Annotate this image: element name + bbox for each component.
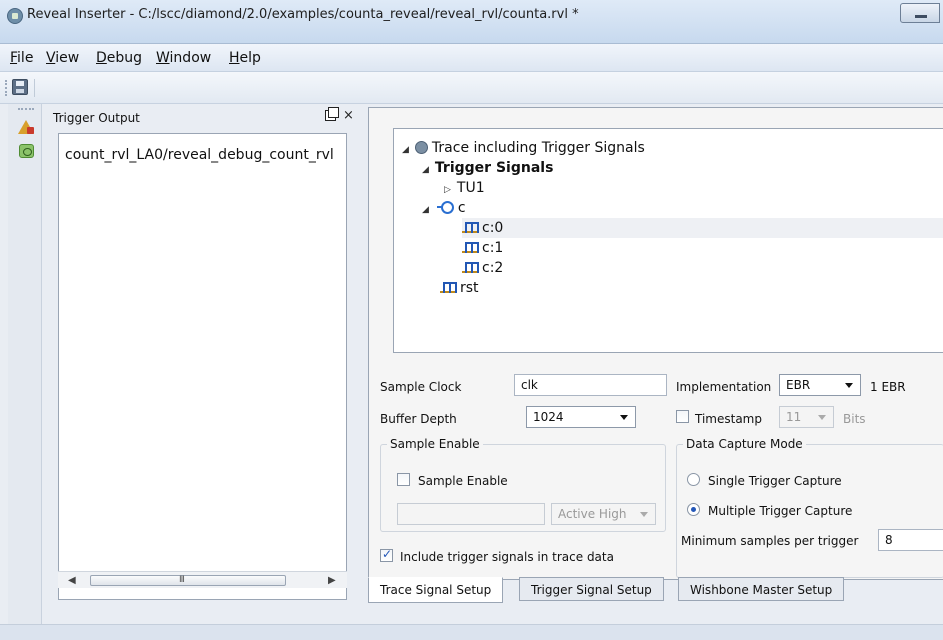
trigger-output-title: Trigger Output xyxy=(53,111,140,125)
side-icon-strip xyxy=(8,104,42,624)
horizontal-scrollbar[interactable]: ◀ ▶ xyxy=(58,571,347,588)
timestamp-bits-value: 11 xyxy=(786,410,802,424)
signal-tree[interactable]: ◢ Trace including Trigger Signals ◢ Trigge… xyxy=(393,128,943,353)
chevron-down-icon xyxy=(620,415,628,420)
save-icon[interactable] xyxy=(12,79,28,95)
window-title: Reveal Inserter - C:/lscc/diamond/2.0/ex… xyxy=(27,7,579,22)
menu-help[interactable]: Help xyxy=(229,50,261,66)
data-capture-group-title: Data Capture Mode xyxy=(683,437,806,451)
sample-enable-group-title: Sample Enable xyxy=(387,437,483,451)
main-area: Trigger Output × count_rvl_LA0/reveal_de… xyxy=(0,104,943,624)
menu-debug[interactable]: Debug xyxy=(96,50,142,66)
timestamp-unit: Bits xyxy=(843,412,866,426)
signal-icon xyxy=(462,241,479,253)
trigger-output-header: Trigger Output × xyxy=(50,107,360,129)
buffer-depth-label: Buffer Depth xyxy=(380,412,457,426)
scroll-thumb[interactable] xyxy=(90,575,286,586)
buffer-depth-select[interactable]: 1024 xyxy=(526,406,636,428)
chevron-down-icon xyxy=(845,383,853,388)
sample-clock-label: Sample Clock xyxy=(380,380,462,394)
tree-label: Trace including Trigger Signals xyxy=(431,140,645,156)
expanded-icon[interactable]: ◢ xyxy=(422,165,429,175)
expanded-icon[interactable]: ◢ xyxy=(422,205,429,215)
scroll-right-icon[interactable]: ▶ xyxy=(328,575,336,586)
tab-trigger-signal-setup[interactable]: Trigger Signal Setup xyxy=(519,577,664,601)
tree-label: c:2 xyxy=(482,260,504,276)
tree-node-trigger-signals[interactable]: ◢ Trigger Signals xyxy=(422,158,553,178)
sample-enable-label: Sample Enable xyxy=(418,474,508,488)
timestamp-label: Timestamp xyxy=(695,412,762,426)
trace-setup-panel: ◢ Trace including Trigger Signals ◢ Trigge… xyxy=(368,107,943,580)
sample-enable-checkbox[interactable] xyxy=(397,473,410,486)
menu-view[interactable]: View xyxy=(46,50,79,66)
buffer-depth-value: 1024 xyxy=(533,410,564,424)
close-icon[interactable]: × xyxy=(343,108,354,123)
toolbar-separator xyxy=(34,79,35,97)
polarity-value: Active High xyxy=(558,507,627,521)
tree-node-tu1[interactable]: ▷ TU1 xyxy=(444,178,485,198)
scroll-left-icon[interactable]: ◀ xyxy=(68,575,76,586)
tree-label: c:0 xyxy=(482,220,504,236)
min-samples-label: Minimum samples per trigger xyxy=(681,534,859,548)
implementation-select[interactable]: EBR xyxy=(779,374,861,396)
menu-bar: File View Debug Window Help xyxy=(0,44,943,72)
single-trigger-label: Single Trigger Capture xyxy=(708,474,842,488)
app-icon xyxy=(7,8,23,24)
list-item[interactable]: count_rvl_LA0/reveal_debug_count_rvl xyxy=(65,147,334,163)
signal-icon xyxy=(462,261,479,273)
sample-enable-polarity-select[interactable]: Active High xyxy=(551,503,656,525)
error-warning-icon[interactable] xyxy=(18,120,34,134)
tab-trace-signal-setup[interactable]: Trace Signal Setup xyxy=(368,577,504,603)
data-capture-mode-group: Data Capture Mode Single Trigger Capture… xyxy=(676,437,943,578)
tree-label: c:1 xyxy=(482,240,504,256)
expanded-icon[interactable]: ◢ xyxy=(402,145,409,155)
trigger-output-list[interactable]: count_rvl_LA0/reveal_debug_count_rvl xyxy=(58,133,347,600)
implementation-count: 1 EBR xyxy=(870,380,906,394)
implementation-label: Implementation xyxy=(676,380,772,394)
menu-file[interactable]: File xyxy=(10,50,33,66)
toolbar xyxy=(0,72,943,104)
toolbar-grip[interactable] xyxy=(5,80,8,96)
tab-wishbone-master-setup[interactable]: Wishbone Master Setup xyxy=(678,577,845,601)
tree-node-bit[interactable]: c:2 xyxy=(462,258,503,278)
implementation-value: EBR xyxy=(786,378,811,392)
tree-node-root[interactable]: ◢ Trace including Trigger Signals xyxy=(402,138,645,158)
chevron-down-icon xyxy=(640,512,648,517)
min-samples-input[interactable]: 8 xyxy=(878,529,943,551)
tree-label: rst xyxy=(460,280,479,296)
timestamp-checkbox[interactable] xyxy=(676,410,689,423)
float-window-icon[interactable] xyxy=(325,107,339,121)
tree-node-bus[interactable]: ◢ c xyxy=(422,198,466,218)
multiple-trigger-label: Multiple Trigger Capture xyxy=(708,504,853,518)
signal-icon xyxy=(440,281,457,293)
timestamp-bits-select[interactable]: 11 xyxy=(779,406,834,428)
tree-label: c xyxy=(457,200,466,216)
sample-enable-group: Sample Enable Sample Enable Active High xyxy=(380,437,666,532)
trace-icon xyxy=(414,141,428,154)
tree-label: Trigger Signals xyxy=(434,160,554,176)
tree-label: TU1 xyxy=(456,180,485,196)
include-trigger-checkbox[interactable] xyxy=(380,547,393,562)
multiple-trigger-radio[interactable] xyxy=(687,503,700,516)
setup-tabs: Trace Signal Setup Trigger Signal Setup … xyxy=(368,577,943,603)
collapsed-icon[interactable]: ▷ xyxy=(444,185,451,195)
strip-grip[interactable] xyxy=(18,108,34,111)
signal-icon xyxy=(462,221,479,233)
minimize-button[interactable] xyxy=(900,3,940,23)
bus-icon xyxy=(436,201,454,214)
tree-node-rst[interactable]: rst xyxy=(440,278,479,298)
trigger-output-icon[interactable] xyxy=(19,144,34,158)
tree-node-bit[interactable]: c:1 xyxy=(462,238,503,258)
sample-enable-signal-input[interactable] xyxy=(397,503,545,525)
single-trigger-radio[interactable] xyxy=(687,473,700,486)
title-bar: Reveal Inserter - C:/lscc/diamond/2.0/ex… xyxy=(0,0,943,44)
sample-clock-input[interactable]: clk xyxy=(514,374,667,396)
menu-window[interactable]: Window xyxy=(156,50,211,66)
status-bar xyxy=(0,624,943,640)
include-trigger-label: Include trigger signals in trace data xyxy=(400,550,614,564)
tree-node-bit[interactable]: c:0 xyxy=(462,218,943,238)
chevron-down-icon xyxy=(818,415,826,420)
